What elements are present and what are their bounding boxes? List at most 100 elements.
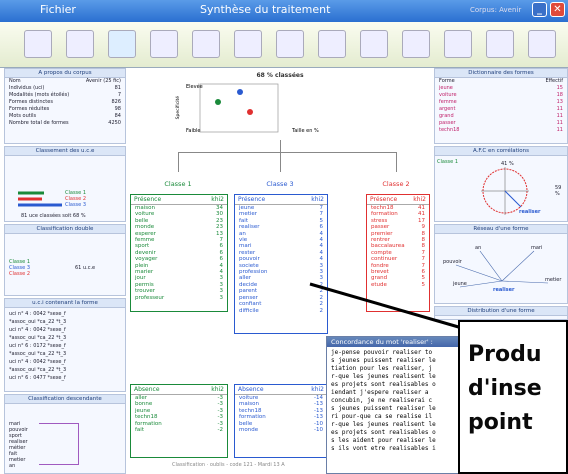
- corpus-row: Nom Avenir (25 fic): [9, 78, 121, 84]
- reseau-word-5: metier: [545, 277, 562, 283]
- image-icon[interactable]: [318, 30, 346, 58]
- class-box-header: Présence khi2: [131, 195, 227, 205]
- afc-axis-label: Classe 1: [437, 159, 459, 165]
- class1-label: Classe 1: [164, 180, 192, 188]
- axis-y-label: Specificité: [176, 96, 181, 120]
- title-bar: Fichier Synthèse du traitement Corpus: A…: [0, 0, 568, 22]
- afc-panel: A.F.C en corrélations Classe 1 41 % real…: [434, 146, 568, 222]
- tree-trunk: [280, 140, 281, 152]
- class3-absence-box: Absence khi2 voiture -14 maison -13 techn18 -13…: [234, 384, 328, 458]
- axis-low: Faible: [186, 128, 201, 134]
- reseau-word-4: jeune: [453, 281, 467, 287]
- minimize-button[interactable]: _: [532, 2, 547, 17]
- corpus-panel-title: A propos du corpus: [5, 69, 125, 78]
- scatter-point-class1: [215, 99, 221, 105]
- toolbar: [0, 22, 568, 68]
- reseau-panel: Réseau d'une forme an mari pouvoir jeune…: [434, 224, 568, 304]
- classement-title: Classement des u.c.e: [5, 147, 125, 156]
- desc-word: an: [9, 463, 16, 469]
- afc-title: A.F.C en corrélations: [435, 147, 567, 156]
- axis-x-label: Taille en %: [292, 128, 319, 134]
- desc-words: mari pouvoir sport realiser métier fait metier…: [9, 421, 28, 469]
- dict-row: argent 11: [439, 106, 563, 112]
- class-box-header: Présence khi2: [367, 195, 429, 205]
- classif-double-panel: Classification double Classe 1 Classe 3 …: [4, 224, 126, 296]
- uci-lines: uci n° 4 : 0042 *sexe_f *assoc_oui *ca_22…: [5, 308, 125, 384]
- distrib-panel: Distribution d'une forme: [434, 306, 568, 320]
- network-icon[interactable]: [402, 30, 430, 58]
- classement-legend-3: Classe 3: [65, 202, 87, 208]
- class-box-header: Absence khi2: [235, 385, 327, 395]
- dict-row: jeune 15: [439, 85, 563, 91]
- uci-title: u.c.i contenant la forme: [5, 299, 125, 308]
- class-word-row[interactable]: fait -2: [131, 427, 227, 433]
- corpus-label: Corpus: Avenir: [470, 6, 522, 14]
- classif-double-suffix: 61 u.c.e: [75, 265, 96, 271]
- class1-presence-box: Présence khi2 maison 34 voiture 30 belle 23 mond…: [130, 194, 228, 312]
- tree-icon[interactable]: [192, 30, 220, 58]
- callout-line: Produ: [468, 342, 542, 367]
- class3-label: Classe 3: [266, 180, 294, 188]
- class3-presence-box: Présence khi2 jeune 7 metier 7 fait 5 realiser 6 a…: [234, 194, 328, 334]
- menu-fichier[interactable]: Fichier: [40, 3, 76, 16]
- class-word-row[interactable]: etude 5: [367, 282, 429, 288]
- tree-leg-2: [396, 152, 397, 172]
- callout-line: d'inse: [468, 376, 542, 401]
- dict-head-count: Effectif: [545, 78, 563, 84]
- uci-line: uci n° 6 : 0477 *sexe_f: [9, 375, 66, 381]
- afc-icon[interactable]: [234, 30, 262, 58]
- classif-double-title: Classification double: [5, 225, 125, 234]
- tree-bar: [178, 152, 396, 153]
- distrib-title: Distribution d'une forme: [435, 307, 567, 316]
- dict-row: voiture 18: [439, 92, 563, 98]
- corpus-row: Mots outils 84: [9, 113, 121, 119]
- class-word-row[interactable]: professeur 3: [131, 295, 227, 301]
- class1-absence-box: Absence khi2 aller -3 bonne -3 jeune -3 techn18-…: [130, 384, 228, 458]
- classement-footer: 81 uce classées soit 68 %: [21, 213, 86, 219]
- classif-desc-panel: Classification descendante mari pouvoir sp…: [4, 394, 126, 474]
- scatter-point-class2: [247, 109, 253, 115]
- uci-line: *assoc_oui *ca_22 *t_3: [9, 367, 67, 373]
- scatter-icon[interactable]: [276, 30, 304, 58]
- callout-text: Produ d'inse point: [468, 338, 542, 440]
- uci-line: uci n° 6 : 0172 *sexe_f: [9, 343, 66, 349]
- book-icon[interactable]: [360, 30, 388, 58]
- classement-panel: Classement des u.c.e Classe 1 Classe 2 C…: [4, 146, 126, 222]
- dict-head-form: Forme: [439, 78, 455, 84]
- class2-presence-box: Présence khi2 techn18 41 formation 41 stress 17…: [366, 194, 430, 312]
- class-word-row[interactable]: monde -10: [235, 427, 327, 433]
- uci-line: uci n° 4 : 0042 *sexe_f: [9, 311, 66, 317]
- center-title: 68 % classées: [256, 72, 304, 79]
- window-title: Synthèse du traitement: [200, 3, 331, 16]
- reseau-word-3: pouvoir: [443, 259, 462, 265]
- uci-line: uci n° 4 : 0042 *sexe_f: [9, 327, 66, 333]
- butterfly-icon[interactable]: [486, 30, 514, 58]
- table-icon[interactable]: [24, 30, 52, 58]
- dict-row: grand 11: [439, 113, 563, 119]
- classif-desc-title: Classification descendante: [5, 395, 125, 404]
- settings-icon[interactable]: [528, 30, 556, 58]
- corpus-row: Individus (uci) 81: [9, 85, 121, 91]
- uci-line: *assoc_oui *ca_22 *t_3: [9, 335, 67, 341]
- person-icon[interactable]: [108, 30, 136, 58]
- corpus-rows: Nom Avenir (25 fic) Individus (uci) 81 Modal…: [5, 78, 125, 127]
- class-word-row[interactable]: difficile 2: [235, 308, 327, 314]
- corpus-row: Formes réduites 98: [9, 106, 121, 112]
- dict-row: femme 13: [439, 99, 563, 105]
- grid-icon[interactable]: [66, 30, 94, 58]
- reseau-graph: [455, 250, 549, 288]
- center-footer: Classification · oublis - code 121 - Mar…: [172, 462, 285, 468]
- uci-line: *assoc_oui *ca_22 *t_3: [9, 319, 67, 325]
- page-icon[interactable]: [444, 30, 472, 58]
- afc-word: realiser: [519, 209, 541, 215]
- axis-high: Elevée: [186, 84, 203, 90]
- afc-side: 59 %: [555, 185, 562, 197]
- list-icon[interactable]: [150, 30, 178, 58]
- reseau-word-2: mari: [531, 245, 543, 251]
- classif-double-item-3: Classe 2: [9, 271, 31, 277]
- dict-title: Dictionnaire des formes: [435, 69, 567, 78]
- dict-panel: Dictionnaire des formes Forme Effectif je…: [434, 68, 568, 144]
- dict-row: techn18 11: [439, 127, 563, 133]
- callout-line: point: [468, 410, 533, 435]
- close-button[interactable]: ✕: [550, 2, 565, 17]
